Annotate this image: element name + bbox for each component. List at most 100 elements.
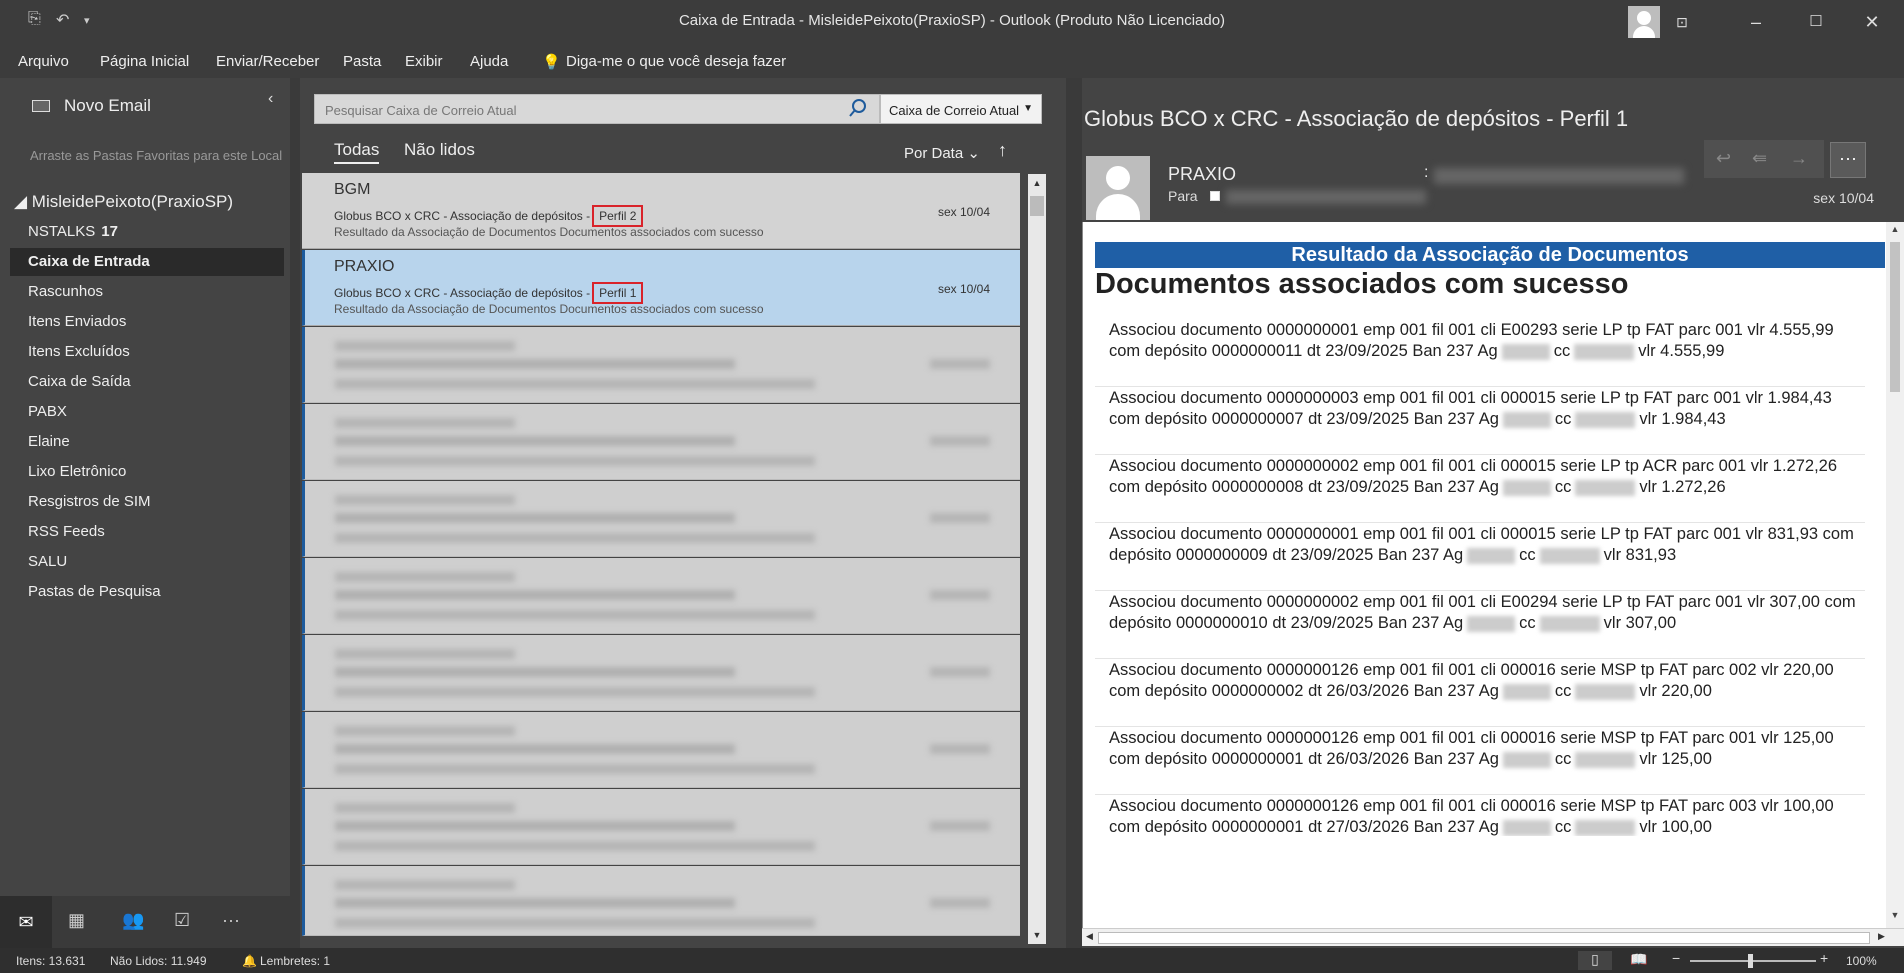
entry-line: com depósito 0000000002 dt 26/03/2026 Ba…: [1109, 682, 1499, 700]
folder-item-elaine[interactable]: Elaine: [10, 428, 284, 456]
forward-icon[interactable]: →: [1790, 148, 1808, 169]
message-preview: Resultado da Associação de Documentos Do…: [334, 225, 764, 239]
association-entry: Associou documento 0000000126 emp 001 fi…: [1109, 660, 1879, 702]
message-list-scrollbar[interactable]: ▲ ▼: [1028, 174, 1046, 944]
sort-direction-icon[interactable]: ↑: [998, 140, 1007, 161]
list-item-blurred[interactable]: [302, 789, 1020, 865]
folder-item-salu[interactable]: SALU: [10, 548, 284, 576]
folder-item-pastas-de-pesquisa[interactable]: Pastas de Pesquisa: [10, 578, 284, 606]
scroll-thumb[interactable]: [1890, 242, 1900, 392]
list-item-blurred[interactable]: [302, 866, 1020, 936]
menu-pagina-inicial[interactable]: Página Inicial: [100, 53, 189, 70]
ribbon-display-icon[interactable]: ⊡: [1662, 8, 1702, 36]
search-scope-dropdown[interactable]: Caixa de Correio Atual ▼: [880, 94, 1042, 124]
scroll-left-icon[interactable]: ◀: [1086, 931, 1093, 942]
recipient-checkbox[interactable]: [1210, 191, 1220, 201]
menu-exibir[interactable]: Exibir: [405, 53, 443, 70]
more-actions-button[interactable]: ···: [1830, 142, 1866, 178]
list-item-blurred[interactable]: [302, 481, 1020, 557]
sort-dropdown[interactable]: Por Data ⌄: [904, 144, 980, 162]
entry-line: com depósito 0000000001 dt 27/03/2026 Ba…: [1109, 818, 1499, 836]
list-item-blurred[interactable]: [302, 712, 1020, 788]
reply-all-icon[interactable]: ⇚: [1752, 148, 1767, 169]
menu-arquivo[interactable]: Arquivo: [18, 53, 69, 70]
body-vertical-scrollbar[interactable]: ▲ ▼: [1886, 222, 1904, 928]
tab-nao-lidos[interactable]: Não lidos: [404, 140, 475, 160]
calendar-icon[interactable]: ▦: [68, 910, 85, 931]
zoom-in-icon[interactable]: +: [1820, 950, 1828, 966]
close-button[interactable]: ✕: [1852, 8, 1892, 36]
list-item-blurred[interactable]: [302, 404, 1020, 480]
pane-divider[interactable]: [290, 78, 300, 948]
lightbulb-icon: 💡: [542, 54, 561, 71]
maximize-button[interactable]: ☐: [1796, 8, 1836, 36]
new-mail-button[interactable]: Novo Email: [64, 96, 151, 116]
sender-name[interactable]: PRAXIO: [1168, 164, 1236, 185]
association-entry: Associou documento 0000000003 emp 001 fi…: [1109, 388, 1879, 430]
collapse-pane-icon[interactable]: ‹: [268, 90, 273, 108]
scroll-down-icon[interactable]: ▼: [1886, 910, 1904, 926]
folder-item-rss-feeds[interactable]: RSS Feeds: [10, 518, 284, 546]
scroll-thumb[interactable]: [1030, 196, 1044, 216]
reading-view-icon[interactable]: 📖: [1630, 951, 1647, 968]
divider: [1095, 590, 1865, 591]
tab-todas[interactable]: Todas: [334, 140, 380, 164]
search-icon[interactable]: [848, 98, 868, 118]
list-item[interactable]: BGM Globus BCO x CRC - Associação de dep…: [302, 173, 1020, 249]
folder-item-nstalks[interactable]: NSTALKS 17: [10, 218, 284, 246]
redacted-value: [1502, 479, 1551, 496]
folder-pane: Novo Email ‹ Arraste as Pastas Favoritas…: [0, 78, 290, 948]
folder-item-registros-de-sim[interactable]: Resgistros de SIM: [10, 488, 284, 516]
message-title: Globus BCO x CRC - Associação de depósit…: [1084, 106, 1629, 131]
zoom-out-icon[interactable]: −: [1672, 950, 1680, 966]
tell-me-search[interactable]: Diga-me o que você deseja fazer: [566, 53, 786, 70]
redacted-email: [1434, 168, 1684, 184]
more-modules-icon[interactable]: ···: [222, 910, 240, 931]
scroll-up-icon[interactable]: ▲: [1028, 174, 1046, 192]
zoom-slider[interactable]: [1690, 954, 1816, 968]
folder-item-caixa-de-entrada[interactable]: Caixa de Entrada: [10, 248, 284, 276]
list-item-blurred[interactable]: [302, 558, 1020, 634]
folder-item-itens-excluidos[interactable]: Itens Excluídos: [10, 338, 284, 366]
zoom-slider-thumb[interactable]: [1748, 954, 1753, 968]
folder-item-pabx[interactable]: PABX: [10, 398, 284, 426]
scroll-up-icon[interactable]: ▲: [1886, 224, 1904, 240]
zoom-level[interactable]: 100%: [1846, 954, 1877, 968]
list-item-blurred[interactable]: [302, 635, 1020, 711]
folder-item-caixa-de-saida[interactable]: Caixa de Saída: [10, 368, 284, 396]
menu-enviar-receber[interactable]: Enviar/Receber: [216, 53, 319, 70]
account-name: MisleidePeixoto(PraxioSP): [31, 192, 234, 211]
mail-icon[interactable]: ✉: [0, 896, 52, 948]
minimize-button[interactable]: –: [1736, 8, 1776, 36]
redacted-value: [1467, 547, 1516, 564]
association-entry: Associou documento 0000000001 emp 001 fi…: [1109, 524, 1879, 566]
status-bar: Itens: 13.631 Não Lidos: 11.949 🔔 Lembre…: [0, 948, 1904, 973]
pane-divider[interactable]: [1066, 78, 1082, 948]
list-item-selected[interactable]: PRAXIO Globus BCO x CRC - Associação de …: [302, 250, 1020, 326]
divider: [1095, 658, 1865, 659]
account-avatar[interactable]: [1628, 6, 1660, 38]
folder-item-lixo-eletronico[interactable]: Lixo Eletrônico: [10, 458, 284, 486]
list-item-blurred[interactable]: [302, 327, 1020, 403]
people-icon[interactable]: 👥: [122, 910, 144, 931]
menu-pasta[interactable]: Pasta: [343, 53, 381, 70]
message-date: sex 10/04: [937, 282, 990, 296]
folder-item-rascunhos[interactable]: Rascunhos: [10, 278, 284, 306]
body-horizontal-scrollbar[interactable]: ◀ ▶: [1082, 928, 1904, 946]
reminders[interactable]: Lembretes: 1: [260, 954, 330, 968]
menu-ajuda[interactable]: Ajuda: [470, 53, 508, 70]
search-input[interactable]: Pesquisar Caixa de Correio Atual: [314, 94, 880, 124]
folder-item-itens-enviados[interactable]: Itens Enviados: [10, 308, 284, 336]
to-label: Para: [1168, 188, 1198, 204]
tasks-icon[interactable]: ☑: [174, 910, 190, 931]
scroll-right-icon[interactable]: ▶: [1878, 931, 1885, 942]
folder-label: Rascunhos: [28, 283, 104, 300]
scroll-thumb[interactable]: [1098, 932, 1870, 944]
redacted-value: [1539, 615, 1600, 632]
normal-view-icon[interactable]: ▯: [1578, 951, 1612, 970]
account-folder[interactable]: ◢ MisleidePeixoto(PraxioSP): [14, 192, 233, 212]
message-date: sex 10/04: [937, 205, 990, 219]
reply-icon[interactable]: ↩: [1716, 148, 1731, 169]
scroll-down-icon[interactable]: ▼: [1028, 926, 1046, 944]
divider: [1095, 386, 1865, 387]
